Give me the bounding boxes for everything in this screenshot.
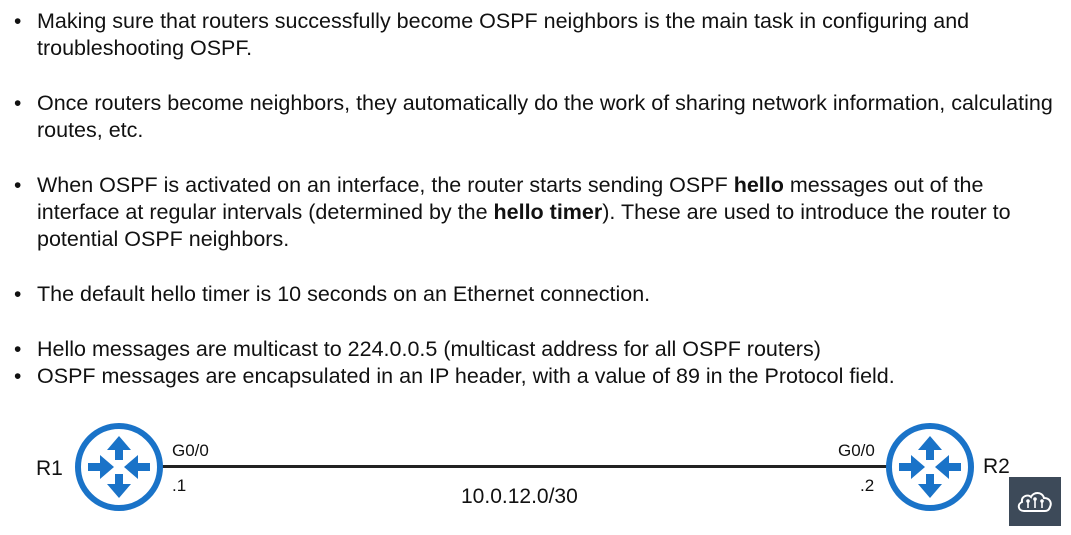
r1-router-icon — [75, 423, 163, 511]
bullet-text: The default hello timer is 10 seconds on… — [37, 282, 651, 306]
bullet-item: When OSPF is activated on an interface, … — [14, 172, 1059, 253]
hello-timer-term: hello timer — [493, 200, 603, 224]
bullet-item: Hello messages are multicast to 224.0.0.… — [14, 336, 1059, 363]
bullet-text-part: When OSPF is activated on an interface, … — [37, 173, 734, 197]
network-diagram: R1 G0/0 .1 10.0.12.0/30 G0/0 .2 R2 — [0, 420, 1071, 535]
bullet-item: The default hello timer is 10 seconds on… — [14, 281, 1059, 308]
channel-badge[interactable] — [1009, 477, 1061, 526]
link-line — [160, 465, 890, 468]
r2-address-label: .2 — [860, 476, 875, 495]
hello-term: hello — [733, 173, 784, 197]
r1-address-label: .1 — [172, 476, 187, 495]
r2-router-icon — [886, 423, 974, 511]
bullet-text: Hello messages are multicast to 224.0.0.… — [37, 337, 821, 361]
bullet-list: Making sure that routers successfully be… — [14, 8, 1059, 390]
bullet-text: OSPF messages are encapsulated in an IP … — [37, 364, 895, 388]
r1-interface-label: G0/0 — [172, 441, 209, 460]
bullet-item: Once routers become neighbors, they auto… — [14, 90, 1059, 144]
r1-label: R1 — [36, 457, 63, 480]
network-label: 10.0.12.0/30 — [461, 485, 578, 508]
bullet-item: Making sure that routers successfully be… — [14, 8, 1059, 62]
bullet-text: Once routers become neighbors, they auto… — [37, 91, 1053, 142]
r2-label: R2 — [983, 455, 1010, 478]
cloud-network-icon — [1017, 491, 1052, 512]
bullet-item: OSPF messages are encapsulated in an IP … — [14, 363, 1059, 390]
bullet-text: Making sure that routers successfully be… — [37, 9, 970, 60]
r2-interface-label: G0/0 — [838, 441, 875, 460]
